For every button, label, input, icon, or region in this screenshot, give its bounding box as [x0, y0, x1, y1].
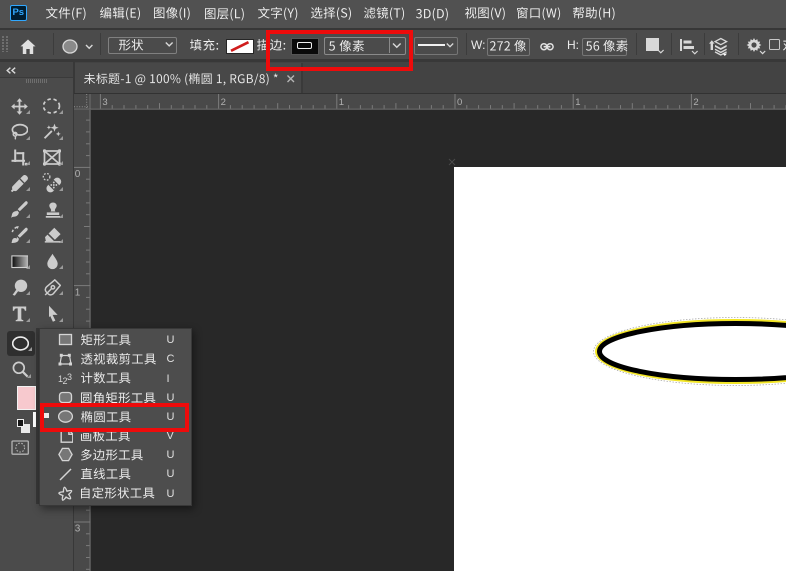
svg-text:2: 2	[221, 97, 226, 108]
svg-text:3: 3	[102, 97, 107, 108]
svg-text:3: 3	[75, 523, 81, 534]
svg-text:0: 0	[457, 97, 462, 108]
svg-text:3: 3	[67, 372, 72, 382]
svg-text:2: 2	[693, 97, 698, 108]
svg-text:1: 1	[75, 287, 81, 298]
svg-text:0: 0	[75, 169, 81, 180]
svg-text:1: 1	[339, 97, 344, 108]
svg-text:1: 1	[575, 97, 580, 108]
